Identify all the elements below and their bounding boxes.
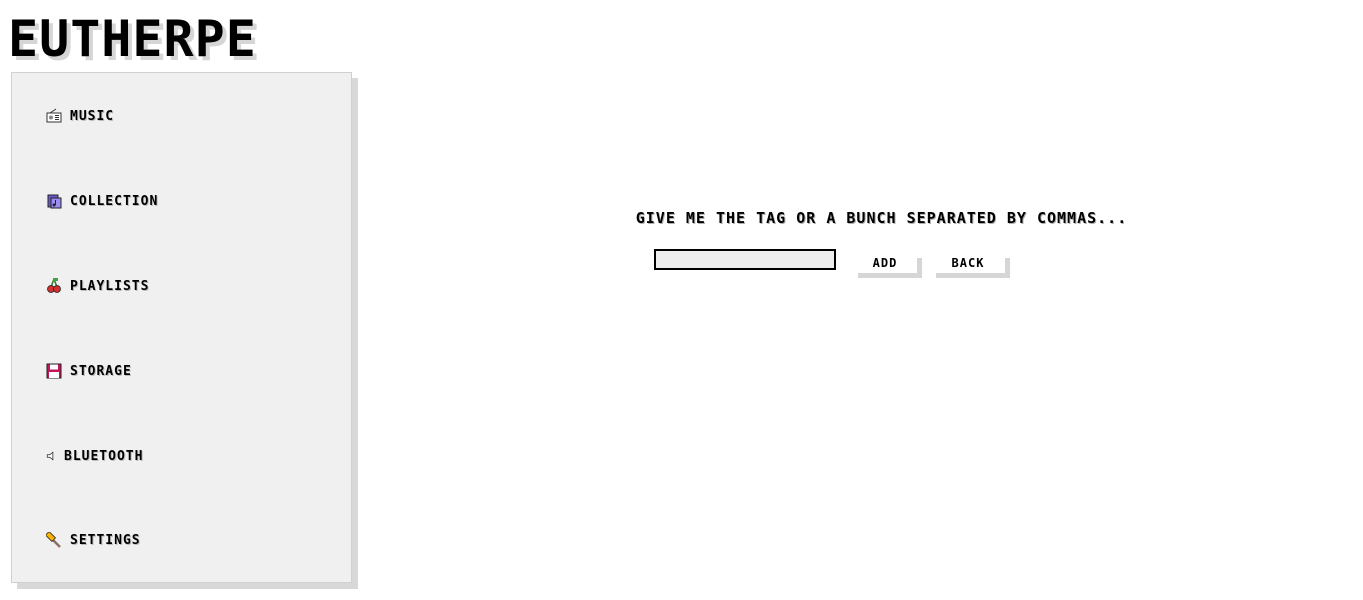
sidebar-item-bluetooth[interactable]: BLUETOOTH <box>46 448 143 464</box>
app-logo: EUTHERPE <box>8 10 257 68</box>
sidebar-item-label: COLLECTION <box>70 193 159 209</box>
radio-icon <box>46 108 62 123</box>
sidebar-item-collection[interactable]: COLLECTION <box>46 193 158 209</box>
music-notes-icon <box>47 194 62 209</box>
sidebar-item-storage[interactable]: STORAGE <box>46 363 132 379</box>
cherries-icon <box>47 278 61 293</box>
speaker-icon <box>46 451 54 461</box>
sidebar-item-label: SETTINGS <box>70 532 141 548</box>
sidebar-item-settings[interactable]: SETTINGS <box>46 532 141 548</box>
hammer-icon <box>46 532 61 548</box>
sidebar-item-playlists[interactable]: PLAYLISTS <box>46 278 149 294</box>
sidebar-item-label: BLUETOOTH <box>64 448 144 464</box>
sidebar-item-music[interactable]: MUSIC <box>46 108 114 124</box>
add-button[interactable]: ADD <box>853 253 917 273</box>
tag-input[interactable] <box>654 249 836 270</box>
sidebar: MUSIC COLLECTION PLAYLISTS STORAGE BLUET… <box>11 72 352 583</box>
sidebar-item-label: STORAGE <box>70 363 132 379</box>
sidebar-item-label: MUSIC <box>70 108 115 124</box>
sidebar-item-label: PLAYLISTS <box>70 278 150 294</box>
floppy-disk-icon <box>46 363 62 379</box>
back-button[interactable]: BACK <box>931 253 1005 273</box>
tag-prompt: GIVE ME THE TAG OR A BUNCH SEPARATED BY … <box>635 209 1128 227</box>
